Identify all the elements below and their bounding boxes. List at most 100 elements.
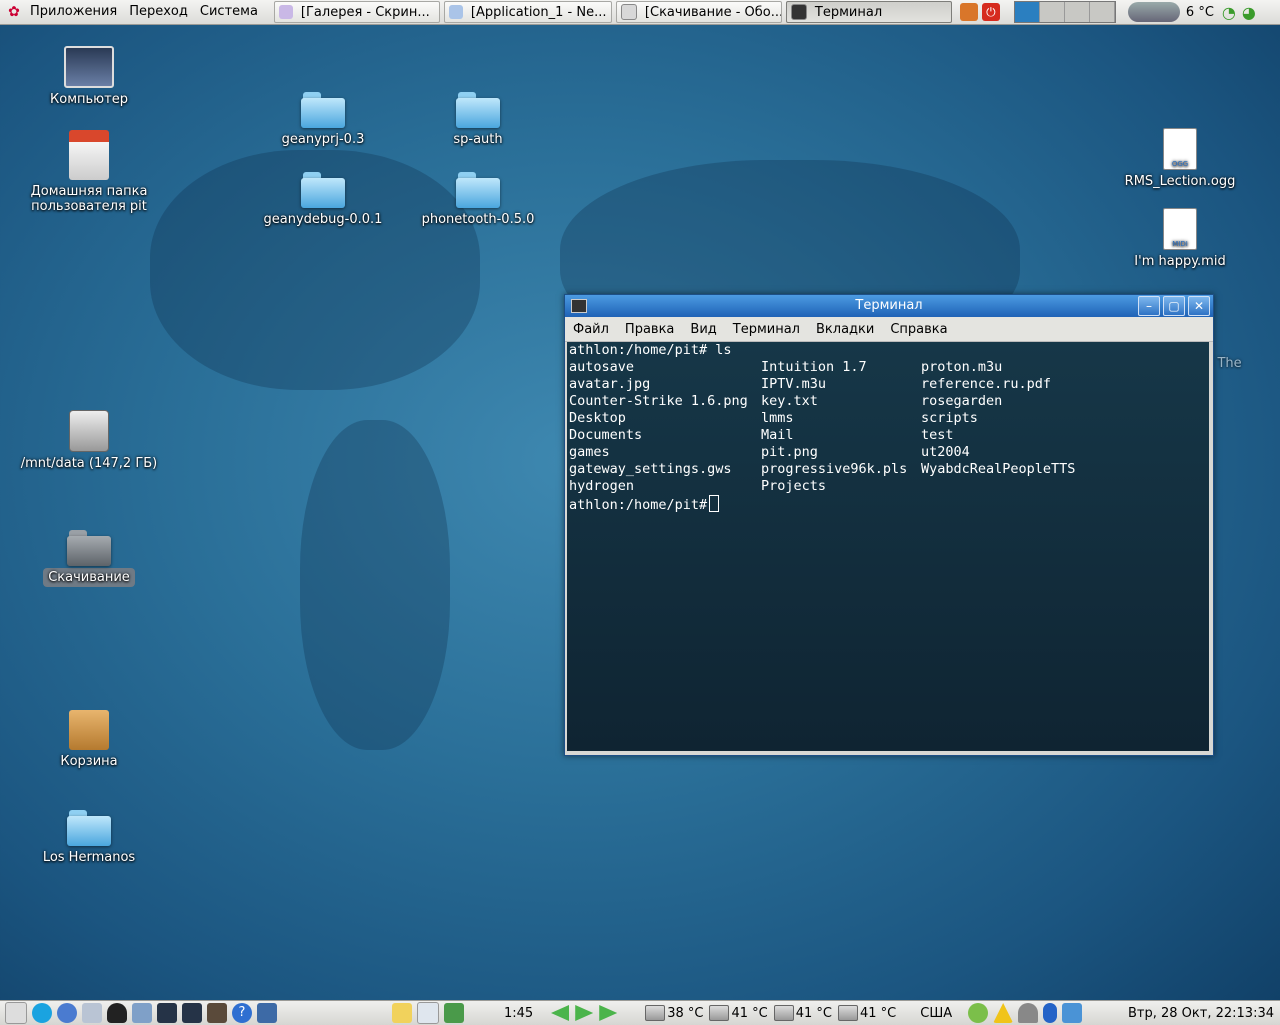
terminal-output[interactable]: athlon:/home/pit# ls autosave Intuition 1… <box>567 342 1209 751</box>
taskbar-downloads[interactable]: [Скачивание - Обо... <box>615 1 782 23</box>
workspace-1[interactable] <box>1014 2 1040 22</box>
task-label: [Скачивание - Обо... <box>644 4 782 20</box>
desktop-icon-label: Компьютер <box>50 92 128 107</box>
wifi-icon[interactable]: ◔ <box>1222 3 1236 22</box>
desktop-icon-label: Корзина <box>60 754 118 769</box>
power-icon[interactable]: ⏻ <box>981 3 1000 21</box>
minimize-button[interactable]: – <box>1138 296 1160 316</box>
file-name: WyabdcRealPeopleTTS <box>921 461 1076 477</box>
desktop-icon-label: Скачивание <box>43 568 135 587</box>
bottom-panel: ? 1:45 38 °C 41 °C 41 °C 41 °C США Втр, … <box>0 1000 1280 1025</box>
desktop-icon-los-hermanos[interactable]: Los Hermanos <box>19 810 159 865</box>
system-monitor-icon[interactable] <box>257 1003 277 1023</box>
terminal-window[interactable]: Терминал – ▢ ✕ Файл Правка Вид Терминал … <box>564 294 1214 756</box>
clapper-icon[interactable] <box>207 1003 227 1023</box>
desktop-icon-geanyprj[interactable]: geanyprj-0.3 <box>253 92 393 147</box>
bluetooth-icon[interactable] <box>1043 1003 1058 1023</box>
cloud-icon <box>1127 2 1180 22</box>
audio-file-icon: OGG <box>1163 128 1197 170</box>
workspace-4[interactable] <box>1089 2 1115 22</box>
play-icon[interactable] <box>575 1005 594 1021</box>
calculator-icon[interactable] <box>132 1003 152 1023</box>
file-name: Documents <box>569 427 643 443</box>
taskbar-application[interactable]: [Application_1 - Ne... <box>443 1 612 23</box>
file-name: IPTV.m3u <box>761 376 827 392</box>
menu-system[interactable]: Система <box>194 0 264 24</box>
prompt-text: athlon:/home/pit# <box>569 497 708 513</box>
skype-icon[interactable] <box>32 1003 52 1023</box>
next-track-icon[interactable] <box>599 1005 618 1021</box>
menu-tabs[interactable]: Вкладки <box>808 322 882 337</box>
workspace-switcher[interactable] <box>1013 1 1116 23</box>
desktop-icon-computer[interactable]: Компьютер <box>19 46 159 107</box>
desktop-icon-home[interactable]: Домашняя папка пользователя pit <box>19 130 159 214</box>
taskbar-terminal[interactable]: Терминал <box>785 1 952 23</box>
file-name: proton.m3u <box>921 359 1003 375</box>
keyboard-layout[interactable]: США <box>920 1006 952 1021</box>
mail-icon[interactable] <box>5 1002 27 1024</box>
menu-places[interactable]: Переход <box>123 0 194 24</box>
desktop-icon-label: phonetooth-0.5.0 <box>421 212 535 227</box>
desktop-icon-label: geanyprj-0.3 <box>281 132 365 147</box>
menu-view[interactable]: Вид <box>682 322 724 337</box>
file-name: scripts <box>921 410 978 426</box>
temperature-sensor[interactable]: 41 °C <box>709 1005 768 1021</box>
weather-applet[interactable]: 6 °C <box>1127 2 1214 22</box>
desktop-icon-happy-mid[interactable]: MIDI I'm happy.mid <box>1110 208 1250 269</box>
file-name: Intuition 1.7 <box>761 359 867 375</box>
browser-icon[interactable] <box>57 1003 77 1023</box>
update-warning-icon[interactable] <box>993 1003 1014 1023</box>
desktop-icon-label: I'm happy.mid <box>1134 254 1226 269</box>
drive-icon[interactable] <box>82 1003 102 1023</box>
folder-icon <box>456 172 500 208</box>
terminal-launcher-icon[interactable] <box>157 1003 177 1023</box>
desktop-icon-geanydebug[interactable]: geanydebug-0.0.1 <box>253 172 393 227</box>
menu-file[interactable]: Файл <box>565 322 617 337</box>
desktop-icon-rms-lection[interactable]: OGG RMS_Lection.ogg <box>1110 128 1250 189</box>
gnome-foot-icon[interactable]: ✿ <box>6 4 22 20</box>
screenshot-icon[interactable] <box>417 1002 439 1024</box>
task-label: [Галерея - Скрин... <box>300 4 430 20</box>
temperature-sensor[interactable]: 41 °C <box>838 1005 896 1021</box>
tux-icon[interactable] <box>107 1003 127 1023</box>
desktop-icon-trash[interactable]: Корзина <box>19 710 159 769</box>
workspace-2[interactable] <box>1039 2 1065 22</box>
close-button[interactable]: ✕ <box>1188 296 1210 316</box>
taskbar-gallery[interactable]: [Галерея - Скрин... <box>273 1 440 23</box>
temperature-value: 41 °C <box>731 1005 768 1021</box>
menu-edit[interactable]: Правка <box>617 322 682 337</box>
clock[interactable]: Втр, 28 Окт, 22:13:34 <box>1128 1006 1274 1021</box>
file-manager-icon <box>620 4 637 20</box>
file-name: test <box>921 427 954 443</box>
network-card-icon[interactable] <box>444 1003 464 1023</box>
network-status-icon[interactable] <box>968 1003 989 1023</box>
listing-row: gateway_settings.gws progressive96k.pls Wy… <box>567 461 1209 478</box>
desktop-icon-mnt-data[interactable]: /mnt/data (147,2 ГБ) <box>19 410 159 471</box>
wifi-signal-icon[interactable]: ◕ <box>1242 3 1256 22</box>
previous-track-icon[interactable] <box>551 1005 569 1021</box>
window-titlebar[interactable]: Терминал – ▢ ✕ <box>565 295 1213 317</box>
listing-row: games pit.png ut2004 <box>567 444 1209 461</box>
headphones-icon[interactable] <box>1018 1003 1039 1023</box>
root-terminal-icon[interactable] <box>182 1003 202 1023</box>
maximize-button[interactable]: ▢ <box>1163 296 1185 316</box>
terminal-icon[interactable] <box>571 299 587 313</box>
desktop-icon-sp-auth[interactable]: sp-auth <box>408 92 548 147</box>
menu-applications[interactable]: Приложения <box>24 0 123 24</box>
clipboard-icon[interactable] <box>1062 1003 1083 1023</box>
drive-temp-icon <box>709 1005 730 1021</box>
folder-icon <box>301 92 345 128</box>
menu-terminal[interactable]: Терминал <box>725 322 808 337</box>
window-title: Терминал <box>855 298 923 313</box>
temperature-sensor[interactable]: 38 °C <box>645 1005 703 1021</box>
package-icon[interactable] <box>959 3 978 21</box>
command-text: athlon:/home/pit# ls <box>569 342 732 358</box>
notes-icon[interactable] <box>392 1003 412 1023</box>
desktop-icon-downloads[interactable]: Скачивание <box>19 530 159 587</box>
temperature-sensor[interactable]: 41 °C <box>773 1005 832 1021</box>
menu-help[interactable]: Справка <box>882 322 955 337</box>
help-icon[interactable]: ? <box>232 1003 252 1023</box>
workspace-3[interactable] <box>1064 2 1090 22</box>
desktop-icon-phonetooth[interactable]: phonetooth-0.5.0 <box>408 172 548 227</box>
ogg-badge: OGG <box>1171 160 1189 168</box>
